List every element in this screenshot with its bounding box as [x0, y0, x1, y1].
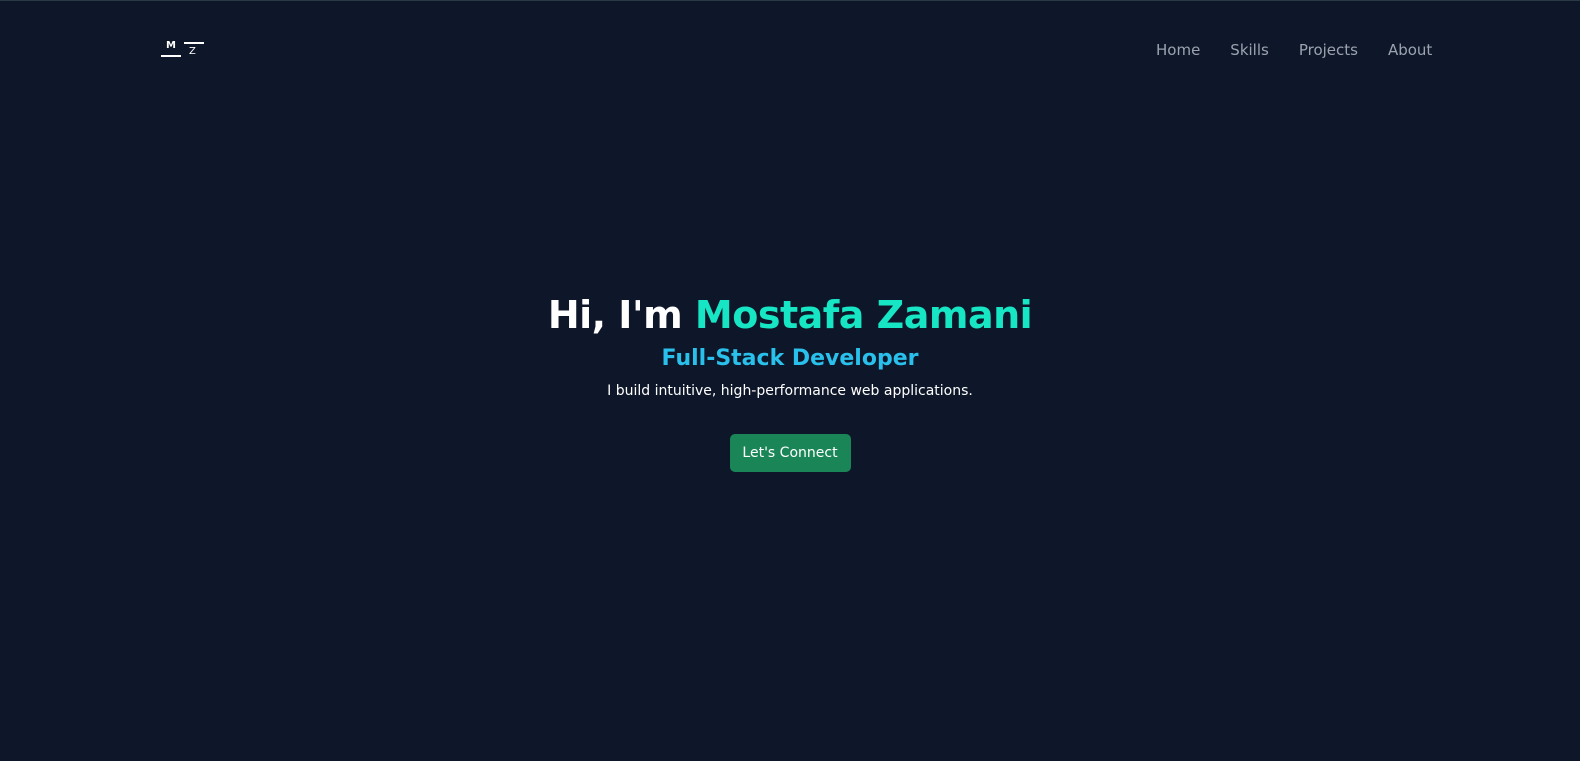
- hero-title: Hi, I'm Mostafa Zamani: [0, 291, 1580, 339]
- nav-link-skills[interactable]: Skills: [1230, 39, 1269, 61]
- navbar: M Z Home Skills Projects About: [0, 1, 1580, 99]
- logo-overline: [184, 42, 204, 44]
- site-logo[interactable]: M Z: [161, 39, 205, 61]
- hero-subtitle: Full-Stack Developer: [661, 346, 919, 371]
- nav-link-home[interactable]: Home: [1156, 39, 1200, 61]
- nav-menu: Home Skills Projects About: [1156, 39, 1432, 61]
- logo-letter-m: M: [166, 40, 176, 51]
- nav-link-about[interactable]: About: [1388, 39, 1432, 61]
- hero-greeting: Hi, I'm: [547, 293, 695, 337]
- hero-section: Hi, I'm Mostafa Zamani Full-Stack Develo…: [0, 291, 1580, 472]
- logo-letter-z: Z: [189, 46, 196, 57]
- hero-name: Mostafa Zamani: [694, 293, 1033, 337]
- lets-connect-button[interactable]: Let's Connect: [729, 434, 851, 472]
- nav-link-projects[interactable]: Projects: [1299, 39, 1358, 61]
- page: M Z Home Skills Projects About Hi, I'm M…: [0, 0, 1580, 761]
- logo-underline: [161, 55, 181, 57]
- hero-description: I build intuitive, high-performance web …: [607, 383, 973, 399]
